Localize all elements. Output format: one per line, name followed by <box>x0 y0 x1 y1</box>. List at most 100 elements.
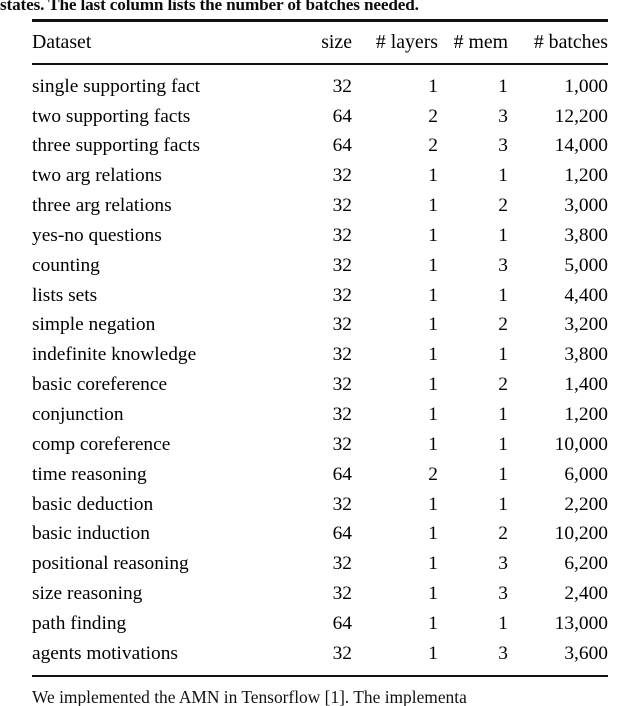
cell-dataset: single supporting fact <box>32 75 201 97</box>
cell-batches: 10,000 <box>554 433 608 455</box>
column-header-mem: # mem <box>453 30 508 53</box>
table-row: counting 32 1 3 5,000 <box>32 251 608 281</box>
cell-size: 32 <box>332 493 352 515</box>
cell-size: 32 <box>332 165 352 187</box>
column-header-dataset: Dataset <box>32 30 92 53</box>
table-row: basic coreference 32 1 2 1,400 <box>32 370 608 400</box>
table-row: positional reasoning 32 1 3 6,200 <box>32 549 608 579</box>
cell-layers: 2 <box>428 135 438 157</box>
cell-layers: 1 <box>428 612 438 634</box>
cell-size: 64 <box>332 463 352 485</box>
table-row: two arg relations 32 1 1 1,200 <box>32 161 608 191</box>
cell-size: 32 <box>332 433 352 455</box>
table-row: two supporting facts 64 2 3 12,200 <box>32 102 608 132</box>
table-body: single supporting fact 32 1 1 1,000 two suppo… <box>32 72 608 669</box>
cell-mem: 1 <box>498 493 508 515</box>
cell-batches: 3,600 <box>564 642 608 664</box>
table-caption: states. The last column lists the number… <box>0 0 419 14</box>
results-table: Dataset size # layers # mem # batches si… <box>32 19 608 678</box>
cell-batches: 4,400 <box>564 284 608 306</box>
table-row: basic induction 64 1 2 10,200 <box>32 519 608 549</box>
cell-mem: 3 <box>498 105 508 127</box>
cell-layers: 1 <box>428 75 438 97</box>
table-row: comp coreference 32 1 1 10,000 <box>32 430 608 460</box>
cell-size: 64 <box>332 105 352 127</box>
column-header-batches: # batches <box>533 30 608 53</box>
cell-mem: 2 <box>498 314 508 336</box>
table-row: simple negation 32 1 2 3,200 <box>32 310 608 340</box>
cell-dataset: conjunction <box>32 403 124 425</box>
cell-batches: 14,000 <box>554 135 608 157</box>
cell-layers: 1 <box>428 403 438 425</box>
cell-size: 32 <box>332 583 352 605</box>
cell-dataset: indefinite knowledge <box>32 344 197 366</box>
cell-size: 32 <box>332 553 352 575</box>
cell-dataset: three arg relations <box>32 195 172 217</box>
cell-dataset: size reasoning <box>32 583 143 605</box>
cell-dataset: time reasoning <box>32 463 147 485</box>
cell-layers: 1 <box>428 523 438 545</box>
cell-batches: 6,000 <box>564 463 608 485</box>
table-row: conjunction 32 1 1 1,200 <box>32 400 608 430</box>
dataset-configuration-table: Dataset size # layers # mem # batches <box>32 22 608 63</box>
cell-batches: 12,200 <box>554 105 608 127</box>
cell-size: 32 <box>332 195 352 217</box>
cell-layers: 1 <box>428 344 438 366</box>
table-row: three supporting facts 64 2 3 14,000 <box>32 131 608 161</box>
table-header: Dataset size # layers # mem # batches <box>32 22 608 63</box>
column-header-size: size <box>321 30 352 53</box>
cell-layers: 1 <box>428 433 438 455</box>
cell-batches: 1,400 <box>564 374 608 396</box>
cell-dataset: three supporting facts <box>32 135 201 157</box>
cell-batches: 10,200 <box>554 523 608 545</box>
cell-batches: 3,800 <box>564 224 608 246</box>
table-row: agents motivations 32 1 3 3,600 <box>32 639 608 669</box>
cell-mem: 3 <box>498 642 508 664</box>
cell-dataset: two arg relations <box>32 165 162 187</box>
cell-size: 32 <box>332 642 352 664</box>
cell-mem: 3 <box>498 254 508 276</box>
cell-size: 32 <box>332 284 352 306</box>
table-row: yes-no questions 32 1 1 3,800 <box>32 221 608 251</box>
cell-mem: 1 <box>498 224 508 246</box>
cell-batches: 1,200 <box>564 165 608 187</box>
cell-size: 32 <box>332 314 352 336</box>
cell-batches: 3,000 <box>564 195 608 217</box>
cell-dataset: simple negation <box>32 314 156 336</box>
cell-size: 32 <box>332 344 352 366</box>
header-body-spacer <box>32 65 608 72</box>
cell-size: 64 <box>332 612 352 634</box>
cell-layers: 1 <box>428 553 438 575</box>
cell-layers: 1 <box>428 165 438 187</box>
cell-mem: 3 <box>498 583 508 605</box>
following-body-paragraph: We implemented the AMN in Tensorflow [1]… <box>32 687 467 706</box>
cell-size: 32 <box>332 403 352 425</box>
cell-batches: 3,800 <box>564 344 608 366</box>
table-row: three arg relations 32 1 2 3,000 <box>32 191 608 221</box>
cell-size: 32 <box>332 374 352 396</box>
cell-size: 32 <box>332 224 352 246</box>
cell-layers: 1 <box>428 284 438 306</box>
table-row: path finding 64 1 1 13,000 <box>32 609 608 639</box>
cell-batches: 2,200 <box>564 493 608 515</box>
table-row: lists sets 32 1 1 4,400 <box>32 281 608 311</box>
cell-batches: 5,000 <box>564 254 608 276</box>
cell-layers: 1 <box>428 493 438 515</box>
cell-mem: 1 <box>498 612 508 634</box>
cell-layers: 2 <box>428 463 438 485</box>
table-row: single supporting fact 32 1 1 1,000 <box>32 72 608 102</box>
cell-batches: 3,200 <box>564 314 608 336</box>
cell-dataset: basic deduction <box>32 493 154 515</box>
table-header-row: Dataset size # layers # mem # batches <box>32 22 608 63</box>
cell-dataset: basic coreference <box>32 374 168 396</box>
cell-layers: 1 <box>428 314 438 336</box>
cell-mem: 1 <box>498 284 508 306</box>
cell-batches: 1,000 <box>564 75 608 97</box>
cell-batches: 13,000 <box>554 612 608 634</box>
cell-batches: 6,200 <box>564 553 608 575</box>
cell-mem: 1 <box>498 403 508 425</box>
table-row: time reasoning 64 2 1 6,000 <box>32 460 608 490</box>
cell-dataset: yes-no questions <box>32 224 162 246</box>
cell-dataset: two supporting facts <box>32 105 191 127</box>
cell-mem: 3 <box>498 135 508 157</box>
